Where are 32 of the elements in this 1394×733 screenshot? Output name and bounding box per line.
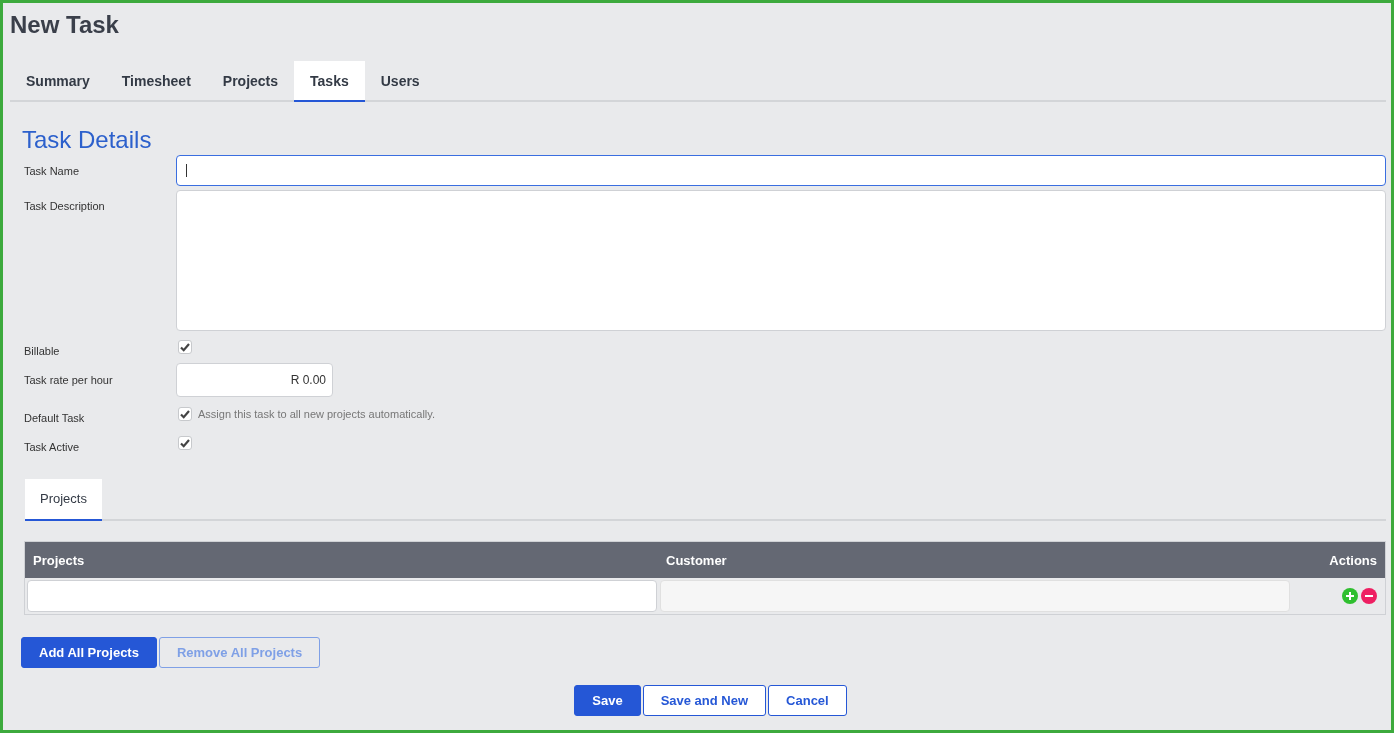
tab[interactable]: Timesheet [105,61,207,102]
textarea-field[interactable] [176,190,1386,331]
field-label: Task Active [24,440,81,453]
action-button[interactable]: Save [574,685,641,716]
column-header: Customer [666,552,728,568]
tab[interactable]: Projects [25,479,102,521]
project-input-field[interactable] [27,580,657,612]
checkbox[interactable] [178,340,192,354]
remove-icon[interactable] [1361,588,1377,604]
action-button[interactable]: Add All Projects [21,637,157,668]
tab[interactable]: Users [364,61,436,102]
section-title: Task Details [22,126,152,154]
checkbox[interactable] [178,407,192,421]
add-icon[interactable] [1342,588,1358,604]
field-label: Billable [24,344,61,357]
field-label: Task Description [24,199,106,212]
action-button[interactable]: Save and New [642,685,767,716]
checkbox-hint: Assign this task to all new projects automatically. [198,408,435,420]
field-label: Task Name [24,164,81,177]
column-header: Projects [33,552,86,568]
page-title: New Task [10,11,119,39]
tab[interactable]: Summary [10,61,106,102]
tab[interactable]: Tasks [294,61,365,102]
text-cursor [186,164,187,177]
field-label: Default Task [24,411,86,424]
rate-input-field[interactable]: R 0.00 [176,363,333,397]
action-button[interactable]: Cancel [768,685,847,716]
tab[interactable]: Projects [206,61,295,102]
text-input-field[interactable] [176,155,1386,186]
checkbox[interactable] [178,436,192,450]
column-header: Actions [1329,552,1377,568]
field-label: Task rate per hour [24,374,114,386]
